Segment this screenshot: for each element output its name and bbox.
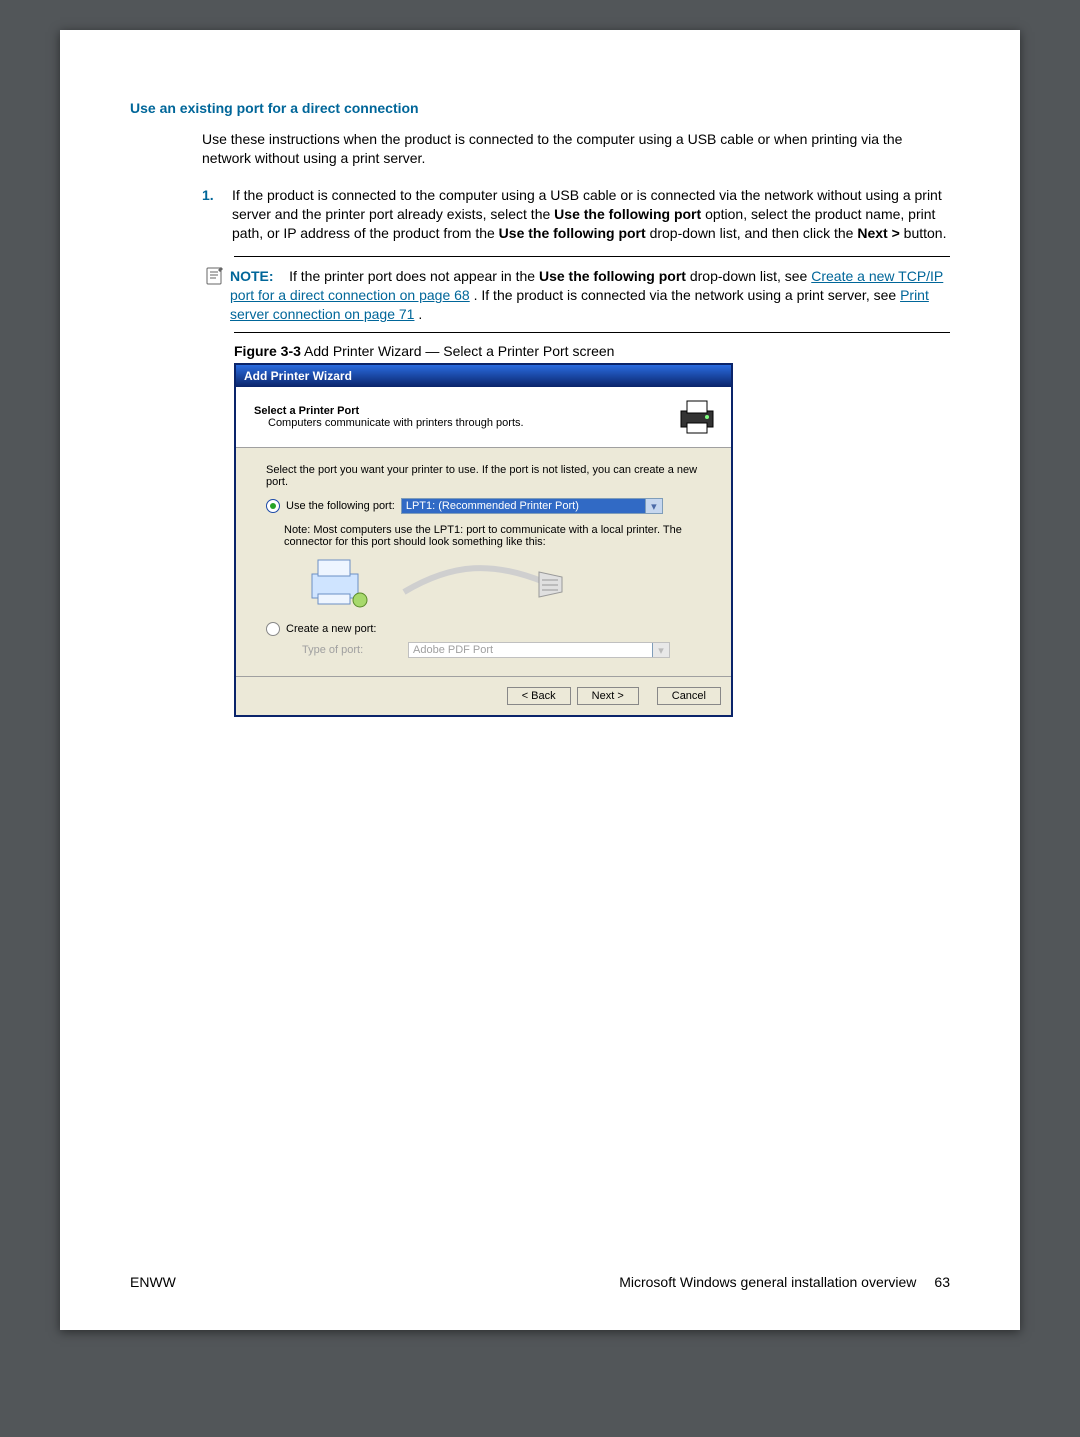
radio-create-new-port[interactable]: Create a new port: — [266, 622, 701, 636]
radio-icon — [266, 499, 280, 513]
radio-label: Create a new port: — [286, 623, 377, 635]
wizard-body: Select the port you want your printer to… — [236, 448, 731, 676]
bold-text: Use the following port — [554, 206, 701, 222]
chevron-down-icon: ▾ — [652, 643, 669, 657]
bold-text: Use the following port — [499, 225, 646, 241]
wizard-button-row: < Back Next > Cancel — [236, 676, 731, 715]
radio-use-following-port[interactable]: Use the following port: LPT1: (Recommend… — [266, 498, 701, 514]
text: drop-down list, and then click the — [650, 225, 858, 241]
document-page: Use an existing port for a direct connec… — [60, 30, 1020, 1330]
text: . — [418, 306, 422, 322]
connector-illustration — [304, 554, 564, 612]
figure-label: Figure 3-3 — [234, 343, 301, 359]
bold-text: Use the following port — [539, 268, 686, 284]
text: If the printer port does not appear in t… — [289, 268, 539, 284]
radio-label: Use the following port: — [286, 500, 395, 512]
page-number: 63 — [934, 1274, 950, 1290]
step-1: 1. If the product is connected to the co… — [202, 186, 950, 243]
dropdown-value: Adobe PDF Port — [409, 643, 652, 657]
footer-section-title: Microsoft Windows general installation o… — [619, 1274, 916, 1290]
bold-text: Next > — [857, 225, 899, 241]
window-titlebar: Add Printer Wizard — [236, 365, 731, 387]
add-printer-wizard-window: Add Printer Wizard Select a Printer Port… — [234, 363, 733, 717]
cancel-button[interactable]: Cancel — [657, 687, 721, 705]
step-text: If the product is connected to the compu… — [232, 186, 950, 243]
text: button. — [904, 225, 947, 241]
wizard-header-title: Select a Printer Port — [254, 405, 677, 417]
section-heading: Use an existing port for a direct connec… — [130, 100, 950, 116]
back-button[interactable]: < Back — [507, 687, 571, 705]
note-text: NOTE: If the printer port does not appea… — [230, 267, 950, 324]
figure-caption: Figure 3-3 Add Printer Wizard — Select a… — [234, 343, 950, 359]
divider — [234, 256, 950, 257]
port-note-text: Note: Most computers use the LPT1: port … — [284, 524, 684, 548]
page-footer: ENWW Microsoft Windows general installat… — [130, 1274, 950, 1290]
divider — [234, 332, 950, 333]
step-number: 1. — [202, 186, 232, 243]
type-of-port-row: Type of port: Adobe PDF Port ▾ — [266, 642, 701, 658]
dropdown-value: LPT1: (Recommended Printer Port) — [402, 499, 645, 513]
text: . If the product is connected via the ne… — [474, 287, 900, 303]
figure-caption-text: Add Printer Wizard — Select a Printer Po… — [301, 343, 615, 359]
wizard-header: Select a Printer Port Computers communic… — [236, 387, 731, 448]
next-button[interactable]: Next > — [577, 687, 639, 705]
note-icon — [206, 267, 230, 324]
printer-icon — [677, 397, 717, 437]
type-of-port-label: Type of port: — [302, 644, 402, 656]
port-type-dropdown: Adobe PDF Port ▾ — [408, 642, 670, 658]
note-label: NOTE: — [230, 268, 274, 284]
port-dropdown[interactable]: LPT1: (Recommended Printer Port) ▾ — [401, 498, 663, 514]
footer-left: ENWW — [130, 1274, 176, 1290]
radio-icon — [266, 622, 280, 636]
intro-paragraph: Use these instructions when the product … — [202, 130, 950, 168]
wizard-header-subtitle: Computers communicate with printers thro… — [268, 417, 677, 429]
note-block: NOTE: If the printer port does not appea… — [206, 267, 950, 324]
text: drop-down list, see — [690, 268, 811, 284]
wizard-instruction: Select the port you want your printer to… — [266, 464, 701, 488]
chevron-down-icon[interactable]: ▾ — [645, 499, 662, 513]
